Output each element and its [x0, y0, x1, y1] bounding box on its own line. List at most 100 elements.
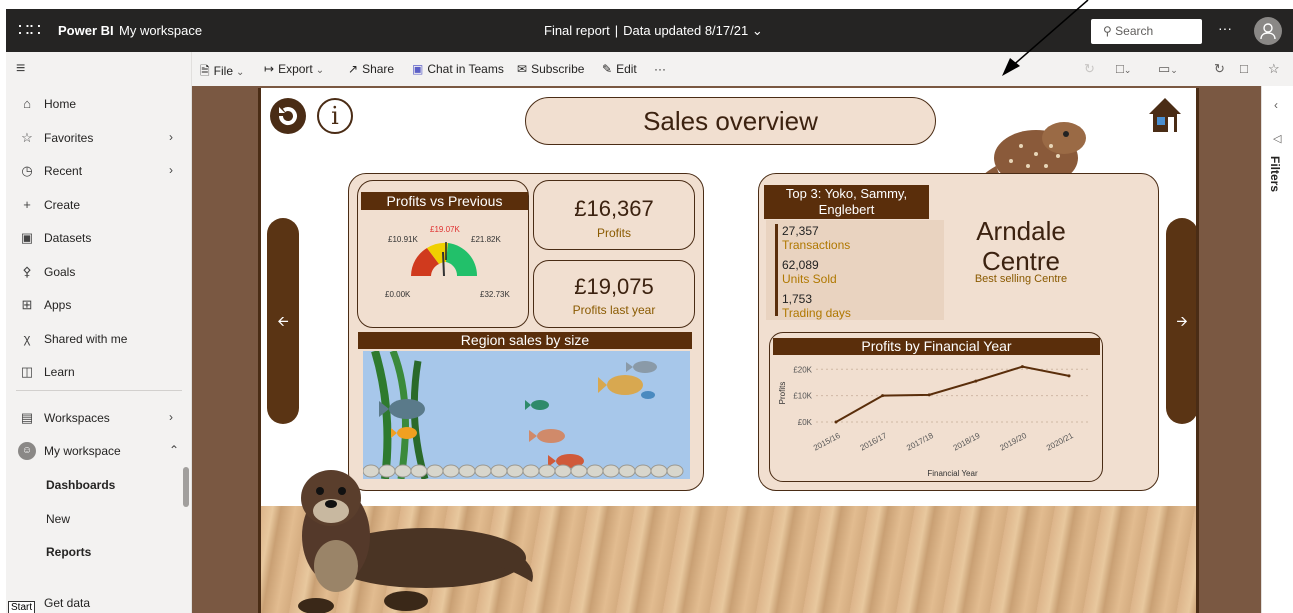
stats-accent-bar — [775, 224, 778, 316]
workspace-link[interactable]: My workspace — [119, 23, 202, 38]
report-title: Sales overview — [525, 97, 936, 145]
account-avatar-icon[interactable] — [1254, 17, 1282, 45]
nav-get-data[interactable]: Get data — [44, 596, 90, 610]
report-title: Final report — [544, 23, 610, 38]
nav-label: Favorites — [44, 131, 94, 145]
filters-pane-collapsed[interactable]: ‹ ◁ Filters — [1261, 86, 1293, 613]
nav-item-favorites[interactable]: ☆ Favorites › — [6, 123, 192, 153]
export-label: Export — [278, 62, 313, 76]
file-menu[interactable]: 🗎 File ⌄ — [200, 62, 244, 83]
best-centre-subtitle: Best selling Centre — [974, 273, 1068, 285]
data-point — [834, 420, 838, 424]
nav-item-datasets[interactable]: ▣ Datasets — [6, 223, 192, 253]
filter-icon: ◁ — [1273, 133, 1282, 145]
top3-header: Top 3: Yoko, Sammy, Englebert — [764, 185, 929, 219]
best-centre-name: Arndale Centre — [951, 216, 1091, 276]
gauge-label-left: £10.91K — [388, 235, 418, 244]
nav-label: Datasets — [44, 231, 92, 245]
apps-icon: ⊞ — [21, 297, 33, 312]
nav-label: Apps — [44, 298, 72, 312]
x-tick-label: 2015/16 — [812, 431, 842, 453]
hamburger-menu-icon[interactable]: ≡ — [16, 60, 25, 78]
report-title-dropdown[interactable]: Final report | Data updated 8/17/21 ⌄ — [544, 23, 763, 39]
transactions-label: Transactions — [782, 238, 851, 252]
profits-line-chart[interactable]: £0K £10K £20K 2015/16 2016/17 2017/18 2018/19 2… — [771, 356, 1101, 480]
nav-item-workspaces[interactable]: ▤ Workspaces › — [6, 403, 192, 433]
more-options-button[interactable]: ··· — [1218, 20, 1232, 36]
favorite-star-icon[interactable]: ☆ — [1268, 61, 1280, 77]
home-icon: ⌂ — [23, 96, 31, 111]
nav-item-create[interactable]: + Create — [6, 190, 192, 220]
clock-icon: ◷ — [21, 163, 33, 178]
nav-label: Goals — [44, 265, 76, 279]
nav-item-apps[interactable]: ⊞ Apps — [6, 290, 192, 320]
centre-name-line1: Arndale — [976, 216, 1066, 246]
trading-days-label: Trading days — [782, 306, 851, 320]
reset-filters-button[interactable] — [270, 98, 306, 134]
comment-icon[interactable]: □ — [1240, 61, 1248, 76]
subscribe-button[interactable]: ✉ Subscribe — [517, 62, 584, 76]
nav-item-learn[interactable]: ◫ Learn — [6, 357, 192, 387]
trading-days-value: 1,753 — [782, 292, 813, 306]
workspaces-icon: ▤ — [20, 410, 34, 425]
refresh-icon[interactable]: ↻ — [1214, 61, 1225, 77]
export-menu[interactable]: ↦ Export ⌄ — [264, 62, 324, 76]
x-tick-label: 2017/18 — [905, 431, 935, 453]
report-canvas: i Sales overview 🡨 🡪 Profits vs Previous… — [258, 88, 1199, 613]
more-commands-button[interactable]: ··· — [654, 62, 666, 76]
chevron-down-icon: ⌄ — [236, 67, 245, 78]
nav-sub-new[interactable]: New — [46, 512, 70, 526]
view-icon[interactable]: ▭⌄ — [1158, 61, 1178, 77]
bookmark-icon[interactable]: □⌄ — [1116, 61, 1131, 76]
nav-item-recent[interactable]: ◷ Recent › — [6, 156, 192, 186]
nav-label: Shared with me — [44, 332, 128, 346]
nav-item-home[interactable]: ⌂ Home — [6, 89, 192, 119]
app-launcher-icon[interactable]: ∷∷ — [18, 20, 41, 41]
previous-page-button[interactable]: 🡨 — [267, 218, 299, 424]
start-badge: Start — [8, 601, 36, 613]
brand-label[interactable]: Power BI — [58, 23, 114, 38]
profits-value: £16,367 — [574, 196, 654, 221]
shared-icon: χ — [23, 331, 31, 346]
top3-header-line1: Top 3: Yoko, Sammy, — [785, 186, 908, 201]
refresh-icon — [278, 107, 297, 126]
chevron-right-icon: › — [169, 163, 173, 177]
data-updated: Data updated 8/17/21 — [623, 23, 749, 38]
command-bar: 🗎 File ⌄ ↦ Export ⌄ ↗ Share ▣ Chat in Teams ✉ S… — [192, 52, 1293, 86]
plus-icon: + — [23, 197, 31, 212]
x-tick-label: 2016/17 — [859, 431, 889, 453]
nav-item-goals[interactable]: ⚴ Goals — [6, 257, 192, 287]
nav-label: Workspaces — [44, 411, 110, 425]
edit-button[interactable]: ✎ Edit — [602, 62, 637, 76]
avatar-icon: ☺ — [18, 442, 36, 460]
nav-divider — [16, 390, 182, 391]
nav-sub-reports[interactable]: Reports — [46, 545, 91, 559]
search-placeholder: Search — [1115, 24, 1154, 38]
nav-item-shared-with-me[interactable]: χ Shared with me — [6, 324, 192, 354]
profits-label: Profits — [596, 226, 631, 240]
y-tick-label: £10K — [793, 392, 812, 401]
fish-tank-image — [363, 351, 684, 479]
x-tick-label: 2019/20 — [998, 431, 1028, 453]
home-icon[interactable] — [1145, 94, 1185, 134]
gauge-chart[interactable] — [409, 230, 479, 280]
next-page-button[interactable]: 🡪 — [1166, 218, 1196, 424]
data-point — [881, 394, 885, 398]
nav-sub-dashboards[interactable]: Dashboards — [46, 478, 115, 492]
pencil-icon: ✎ — [602, 62, 613, 76]
info-button[interactable]: i — [317, 98, 353, 134]
gauge-label-right: £21.82K — [471, 235, 501, 244]
share-button[interactable]: ↗ Share — [348, 62, 394, 76]
left-navigation: ≡ ⌂ Home ☆ Favorites › ◷ Recent › + Crea… — [6, 52, 192, 613]
mail-icon: ✉ — [517, 62, 528, 76]
chat-in-teams-button[interactable]: ▣ Chat in Teams — [412, 62, 504, 76]
transactions-value: 27,357 — [782, 224, 819, 238]
nav-label: Create — [44, 198, 81, 212]
region-sales-fish-visual[interactable] — [363, 351, 690, 479]
data-point — [927, 393, 931, 397]
chevron-right-icon: › — [169, 130, 173, 144]
expand-filters-icon[interactable]: ‹ — [1274, 98, 1278, 112]
nav-item-my-workspace[interactable]: ☺ My workspace ⌃ — [6, 436, 192, 466]
nav-scrollbar[interactable] — [183, 467, 189, 507]
x-tick-label: 2020/21 — [1045, 431, 1075, 453]
